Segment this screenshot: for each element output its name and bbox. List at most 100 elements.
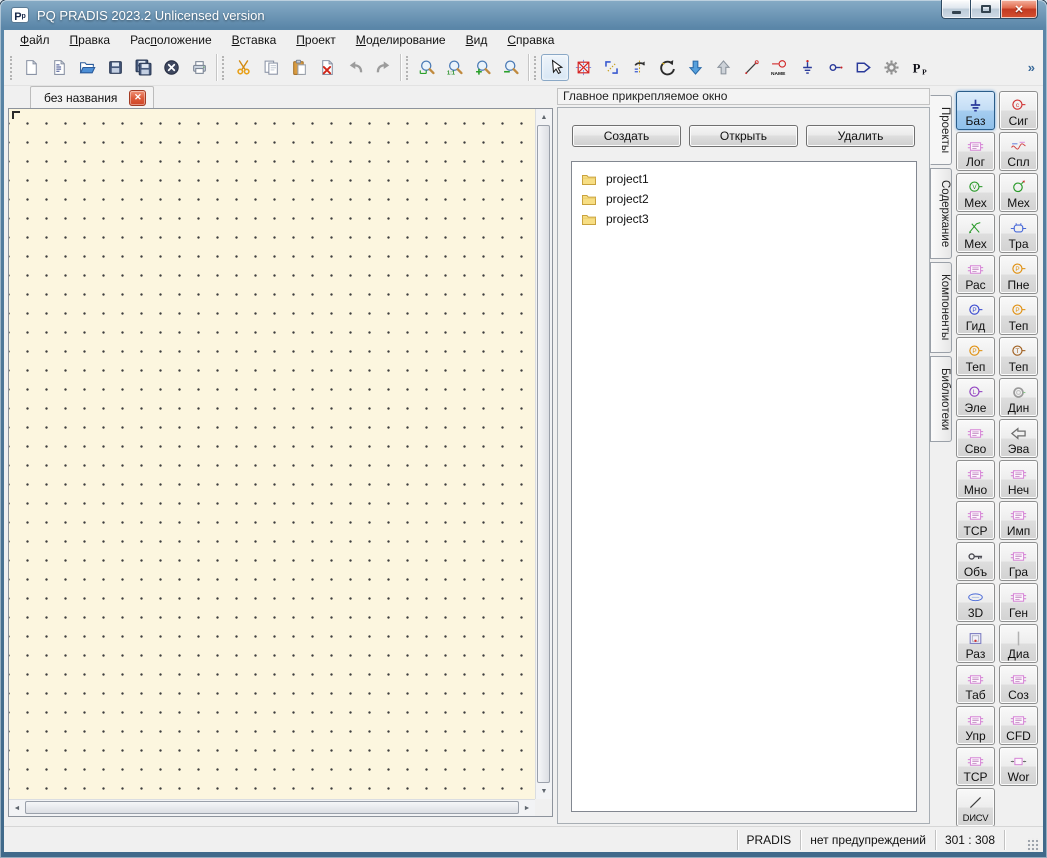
horizontal-scrollbar[interactable]: ◄ ► (9, 799, 535, 816)
copy-button[interactable] (257, 54, 285, 81)
module-button-pne[interactable]: PПне (999, 255, 1038, 294)
toolbar-grip[interactable] (10, 56, 13, 80)
module-button-eva[interactable]: Эва (999, 419, 1038, 458)
dock-tab-components[interactable]: Компоненты (930, 262, 952, 352)
module-button-svo[interactable]: Сво (956, 419, 995, 458)
dock-panel-header[interactable]: Главное прикрепляемое окно (557, 88, 930, 105)
open-project-button[interactable]: Открыть (689, 125, 798, 147)
rotate-vertical-button[interactable] (625, 54, 653, 81)
node-button[interactable] (821, 54, 849, 81)
module-button-meh3[interactable]: Мех (956, 214, 995, 253)
menu-item-view[interactable]: Вид (456, 31, 498, 49)
dock-tab-libraries[interactable]: Библиотеки (930, 356, 952, 442)
menu-item-simulation[interactable]: Моделирование (346, 31, 456, 49)
zoom-in-button[interactable] (469, 54, 497, 81)
module-button-tep3[interactable]: TТеп (999, 337, 1038, 376)
module-button-3d[interactable]: 3D (956, 583, 995, 622)
menu-item-project[interactable]: Проект (286, 31, 346, 49)
menu-item-help[interactable]: Справка (497, 31, 564, 49)
show-names-button[interactable]: NAME (765, 54, 793, 81)
module-button-meh2[interactable]: Мех (999, 173, 1038, 212)
stop-button[interactable] (157, 54, 185, 81)
delete-button[interactable] (313, 54, 341, 81)
vertical-scroll-thumb[interactable] (537, 125, 550, 783)
print-button[interactable] (185, 54, 213, 81)
save-button[interactable] (101, 54, 129, 81)
rotate-left-button[interactable] (597, 54, 625, 81)
module-button-cfd[interactable]: CFD (999, 706, 1038, 745)
save-all-button[interactable] (129, 54, 157, 81)
resize-grip[interactable] (1026, 838, 1040, 852)
module-button-dicv[interactable]: DИCV (956, 788, 995, 827)
dock-tab-contents[interactable]: Содержание (930, 168, 952, 259)
tab-close-icon[interactable]: ✕ (129, 90, 146, 106)
module-button-tep2[interactable]: PТеп (956, 337, 995, 376)
module-button-baz[interactable]: Баз (956, 91, 995, 130)
module-button-tra[interactable]: Тра (999, 214, 1038, 253)
new-from-template-button[interactable] (45, 54, 73, 81)
zoom-one-to-one-button[interactable]: 1:1 (441, 54, 469, 81)
pradis-logo-button[interactable]: PP (905, 54, 933, 81)
module-button-tep1[interactable]: PТеп (999, 296, 1038, 335)
close-button[interactable]: ✕ (1001, 0, 1038, 19)
vertical-scrollbar[interactable]: ▲ ▼ (535, 109, 552, 799)
module-button-imp[interactable]: Имп (999, 501, 1038, 540)
module-button-dia[interactable]: Диа (999, 624, 1038, 663)
menu-item-arrange[interactable]: Расположение (120, 31, 222, 49)
select-button[interactable] (541, 54, 569, 81)
scroll-up-icon[interactable]: ▲ (536, 109, 552, 125)
schematic-canvas[interactable] (9, 109, 535, 799)
module-button-spl[interactable]: Спл (999, 132, 1038, 171)
rotate-button[interactable] (653, 54, 681, 81)
horizontal-scroll-thumb[interactable] (25, 801, 519, 814)
move-down-button[interactable] (681, 54, 709, 81)
ground-button[interactable] (793, 54, 821, 81)
open-button[interactable] (73, 54, 101, 81)
title-bar[interactable]: Pp PQ PRADIS 2023.2 Unlicensed version ✕ (0, 0, 1047, 30)
module-button-log[interactable]: Лог (956, 132, 995, 171)
project-list-item[interactable]: project3 (572, 209, 916, 229)
module-button-sig[interactable]: cСиг (999, 91, 1038, 130)
delete-project-button[interactable]: Удалить (806, 125, 915, 147)
project-list-item[interactable]: project2 (572, 189, 916, 209)
module-button-nech[interactable]: Неч (999, 460, 1038, 499)
module-button-gen[interactable]: Ген (999, 583, 1038, 622)
module-button-mno[interactable]: Мно (956, 460, 995, 499)
module-button-gid[interactable]: PГид (956, 296, 995, 335)
module-button-tab[interactable]: Таб (956, 665, 995, 704)
module-button-tcp1[interactable]: ТСР (956, 501, 995, 540)
module-button-ele[interactable]: LЭле (956, 378, 995, 417)
zoom-fit-button[interactable] (413, 54, 441, 81)
dock-tab-projects[interactable]: Проекты (930, 95, 952, 165)
toolbar-grip[interactable] (406, 56, 409, 80)
maximize-button[interactable] (971, 0, 1001, 19)
module-button-ras[interactable]: Рас (956, 255, 995, 294)
paste-button[interactable] (285, 54, 313, 81)
menu-item-insert[interactable]: Вставка (222, 31, 287, 49)
scroll-right-icon[interactable]: ► (519, 800, 535, 816)
toolbar-grip[interactable] (534, 56, 537, 80)
module-button-wor[interactable]: Wor (999, 747, 1038, 786)
new-document-button[interactable] (17, 54, 45, 81)
scroll-down-icon[interactable]: ▼ (536, 783, 552, 799)
module-button-din[interactable]: Дин (999, 378, 1038, 417)
module-button-raz[interactable]: Раз (956, 624, 995, 663)
module-button-tcp2[interactable]: ТСР (956, 747, 995, 786)
contour-button[interactable] (849, 54, 877, 81)
scroll-left-icon[interactable]: ◄ (9, 800, 25, 816)
settings-button[interactable] (877, 54, 905, 81)
module-button-obj[interactable]: Объ (956, 542, 995, 581)
move-up-button[interactable] (709, 54, 737, 81)
project-list-item[interactable]: project1 (572, 169, 916, 189)
module-button-upr[interactable]: Упр (956, 706, 995, 745)
draw-line-button[interactable] (737, 54, 765, 81)
module-button-soz[interactable]: Соз (999, 665, 1038, 704)
module-button-gra[interactable]: Гра (999, 542, 1038, 581)
toolbar-overflow-button[interactable]: » (1028, 60, 1035, 75)
cut-button[interactable] (229, 54, 257, 81)
project-list[interactable]: project1project2project3 (571, 161, 917, 812)
zoom-out-button[interactable] (497, 54, 525, 81)
delete-frame-button[interactable] (569, 54, 597, 81)
module-button-meh1[interactable]: VМех (956, 173, 995, 212)
redo-button[interactable] (369, 54, 397, 81)
